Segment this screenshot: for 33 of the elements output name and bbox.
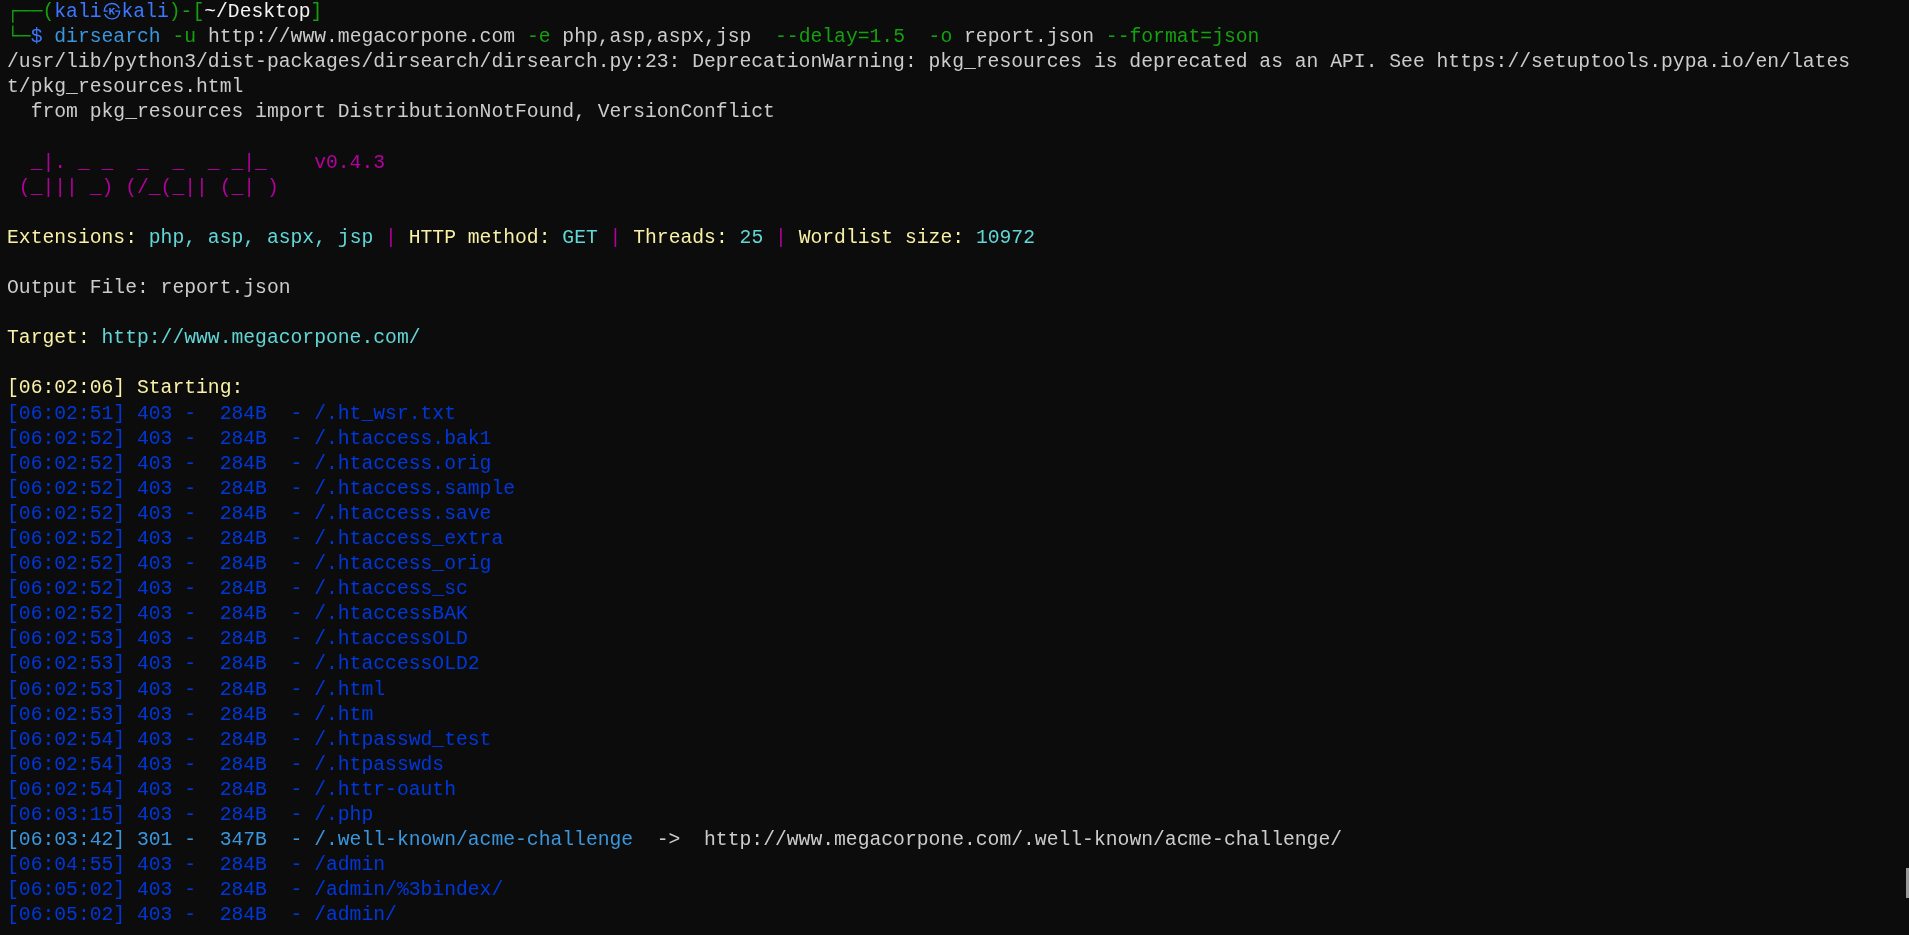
terminal-line: [06:03:15] 403 - 284B - /.php bbox=[7, 803, 374, 828]
terminal-line: [06:02:53] 403 - 284B - /.html bbox=[7, 677, 386, 703]
terminal-line: [06:02:51] 403 - 284B - /.ht_wsr.txt bbox=[7, 401, 456, 427]
terminal-line: /usr/lib/python3/dist-packages/dirsearch/dirsearch.py:23: DeprecationWarning: pkg_resources is deprecated as an API. See https://setuptools.pypa.io/en/lates bbox=[7, 50, 1851, 76]
terminal-line: [06:02:53] 403 - 284B - /.htm bbox=[7, 702, 374, 728]
terminal-line: [06:02:54] 403 - 284B - /.htpasswds bbox=[7, 752, 445, 778]
terminal-line: (_||| _) (/_(_|| (_| ) bbox=[17, 175, 279, 201]
terminal-line: [06:02:52] 403 - 284B - /.htaccess_extra bbox=[7, 526, 504, 552]
terminal-line: [06:02:52] 403 - 284B - /.htaccess.bak1 bbox=[7, 426, 492, 452]
terminal-line: [06:02:52] 403 - 284B - /.htaccess.orig bbox=[7, 451, 492, 477]
terminal-line: [06:04:55] 403 - 284B - /admin bbox=[7, 853, 386, 879]
terminal-line: └─$ dirsearch -u http://www.megacorpone.com -e php,asp,aspx,jsp --delay=1.5 -o report.json --format=json bbox=[7, 25, 1260, 51]
terminal-line: [06:02:52] 403 - 284B - /.htaccess.sample bbox=[7, 476, 516, 502]
terminal-line: _|. _ _ _ _ _ _|_ v0.4.3 bbox=[29, 150, 386, 176]
terminal-line: Output File: report.json bbox=[7, 276, 291, 302]
terminal-line: [06:05:02] 403 - 284B - /admin/ bbox=[7, 903, 397, 929]
terminal-line: [06:02:54] 403 - 284B - /.httr-oauth bbox=[7, 777, 456, 803]
terminal-line: [06:02:52] 403 - 284B - /.htaccess.save bbox=[7, 501, 492, 527]
terminal-line: [06:03:42] 301 - 347B - /.well-known/acme-challenge -> http://www.megacorpone.com/.well-known/acme-challenge/ bbox=[7, 828, 1343, 854]
terminal-line: [06:02:06] Starting: bbox=[7, 376, 245, 402]
terminal-line: ┌──(kali㉿kali)-[~/Desktop] bbox=[7, 0, 323, 25]
terminal-line: Target: http://www.megacorpone.com/ bbox=[7, 326, 421, 352]
terminal-line: [06:02:52] 403 - 284B - /.htaccess_orig bbox=[7, 552, 492, 578]
terminal-line: [06:02:52] 403 - 284B - /.htaccessBAK bbox=[7, 602, 468, 628]
scrollbar-thumb[interactable] bbox=[1906, 868, 1909, 898]
terminal-line: [06:02:53] 403 - 284B - /.htaccessOLD bbox=[7, 627, 468, 653]
terminal-line: [06:02:52] 403 - 284B - /.htaccess_sc bbox=[7, 577, 468, 603]
terminal-line: [06:02:53] 403 - 284B - /.htaccessOLD2 bbox=[7, 652, 480, 678]
terminal-line: Extensions: php, asp, aspx, jsp | HTTP method: GET | Threads: 25 | Wordlist size: 10972 bbox=[7, 225, 1035, 251]
terminal-line: t/pkg_resources.html bbox=[7, 75, 244, 101]
terminal-line: [06:05:02] 403 - 284B - /admin/%3bindex/ bbox=[7, 878, 504, 904]
terminal-line: [06:02:54] 403 - 284B - /.htpasswd_test bbox=[7, 727, 492, 753]
terminal-line: from pkg_resources import DistributionNotFound, VersionConflict bbox=[29, 100, 775, 126]
